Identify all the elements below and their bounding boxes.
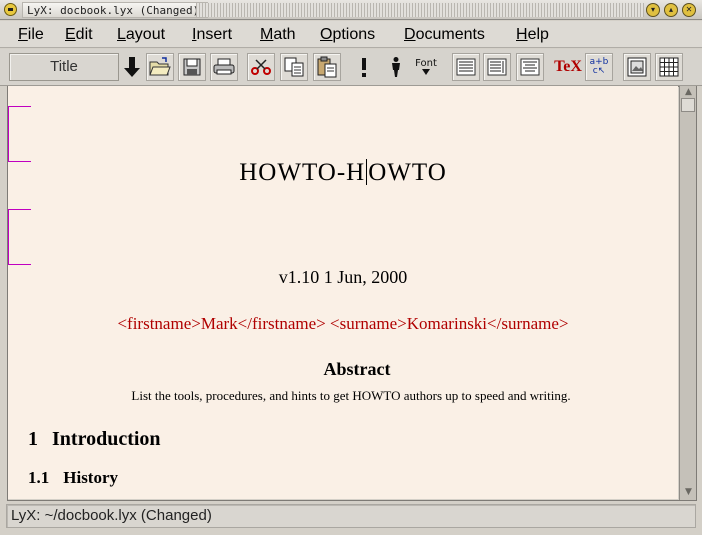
exclamation-icon — [362, 58, 366, 77]
menubar: File Edit Layout Insert Math Options Doc… — [0, 21, 702, 48]
abstract-heading[interactable]: Abstract — [8, 359, 678, 380]
close-button[interactable]: ✕ — [682, 3, 696, 17]
align-center-icon — [520, 58, 540, 76]
align-left-button[interactable] — [452, 53, 480, 81]
align-right-button[interactable] — [483, 53, 511, 81]
scroll-up-icon[interactable]: ▲ — [681, 86, 696, 98]
open-button[interactable] — [146, 53, 174, 81]
person-icon — [392, 57, 400, 77]
menu-layout[interactable]: Layout — [117, 25, 165, 45]
abstract-text[interactable]: List the tools, procedures, and hints to… — [8, 388, 678, 404]
cut-icon — [251, 59, 271, 75]
font-button[interactable]: Font — [412, 53, 440, 81]
section-title: Introduction — [52, 428, 161, 450]
down-arrow-icon — [124, 57, 140, 77]
window-menu-icon[interactable] — [4, 3, 17, 16]
save-button[interactable] — [178, 53, 206, 81]
menu-file[interactable]: File — [18, 25, 44, 45]
print-icon — [213, 58, 235, 75]
paste-icon — [317, 56, 337, 78]
save-icon — [183, 58, 201, 76]
align-right-icon — [487, 58, 507, 76]
subsection-number: 1.1 — [28, 468, 50, 487]
font-label: Font — [415, 58, 437, 69]
print-button[interactable] — [210, 53, 238, 81]
menu-options[interactable]: Options — [320, 25, 375, 45]
scroll-thumb[interactable] — [681, 98, 695, 112]
menu-edit[interactable]: Edit — [65, 25, 93, 45]
math-fraction-icon: c↖ — [592, 66, 606, 76]
section-heading[interactable]: 1 Introduction — [28, 428, 161, 451]
font-icon — [422, 69, 430, 75]
layout-select[interactable]: Title — [9, 53, 119, 81]
menu-insert[interactable]: Insert — [192, 25, 232, 45]
math-button[interactable]: a+b c↖ — [585, 53, 613, 81]
menu-documents[interactable]: Documents — [404, 25, 485, 45]
paste-button[interactable] — [313, 53, 341, 81]
document-date[interactable]: v1.10 1 Jun, 2000 — [8, 267, 678, 288]
emphasis-button[interactable] — [350, 53, 378, 81]
figure-button[interactable] — [623, 53, 651, 81]
open-folder-icon — [149, 57, 171, 76]
document-editor[interactable]: HOWTO-H OWTO v1.10 1 Jun, 2000 <firstname… — [8, 86, 678, 499]
minimize-button[interactable]: ▾ — [646, 3, 660, 17]
toolbar: Title Font TeX a+b c↖ — [0, 49, 702, 86]
menu-math[interactable]: Math — [260, 25, 296, 45]
layout-dropdown-button[interactable] — [120, 53, 144, 81]
copy-icon — [284, 57, 304, 77]
titlebar-grip — [196, 3, 644, 17]
document-author[interactable]: <firstname>Mark</firstname> <surname>Kom… — [8, 314, 678, 334]
scroll-down-icon[interactable]: ▼ — [681, 486, 696, 498]
inset-bracket — [8, 209, 31, 265]
document-title[interactable]: HOWTO-H OWTO — [8, 159, 678, 187]
subsection-heading[interactable]: 1.1 History — [28, 468, 118, 488]
inset-bracket — [8, 106, 31, 162]
cut-button[interactable] — [247, 53, 275, 81]
table-icon — [659, 57, 679, 77]
title-text-after-cursor: OWTO — [368, 159, 447, 186]
table-button[interactable] — [655, 53, 683, 81]
copy-button[interactable] — [280, 53, 308, 81]
align-center-button[interactable] — [516, 53, 544, 81]
tex-button[interactable]: TeX — [554, 53, 582, 81]
window-titlebar[interactable]: LyX: docbook.lyx (Changed) ▾ ▴ ✕ — [0, 0, 702, 20]
noun-button[interactable] — [382, 53, 410, 81]
title-text-before-cursor: HOWTO-H — [239, 159, 366, 186]
window-title: LyX: docbook.lyx (Changed) — [22, 2, 209, 18]
maximize-button[interactable]: ▴ — [664, 3, 678, 17]
figure-icon — [627, 57, 647, 77]
subsection-title: History — [63, 468, 119, 487]
align-left-icon — [456, 58, 476, 76]
tex-icon: TeX — [554, 58, 582, 75]
menu-help[interactable]: Help — [516, 25, 549, 45]
section-number: 1 — [28, 428, 38, 450]
status-bar: LyX: ~/docbook.lyx (Changed) — [6, 504, 696, 528]
vertical-scrollbar[interactable]: ▲ ▼ — [679, 86, 696, 500]
